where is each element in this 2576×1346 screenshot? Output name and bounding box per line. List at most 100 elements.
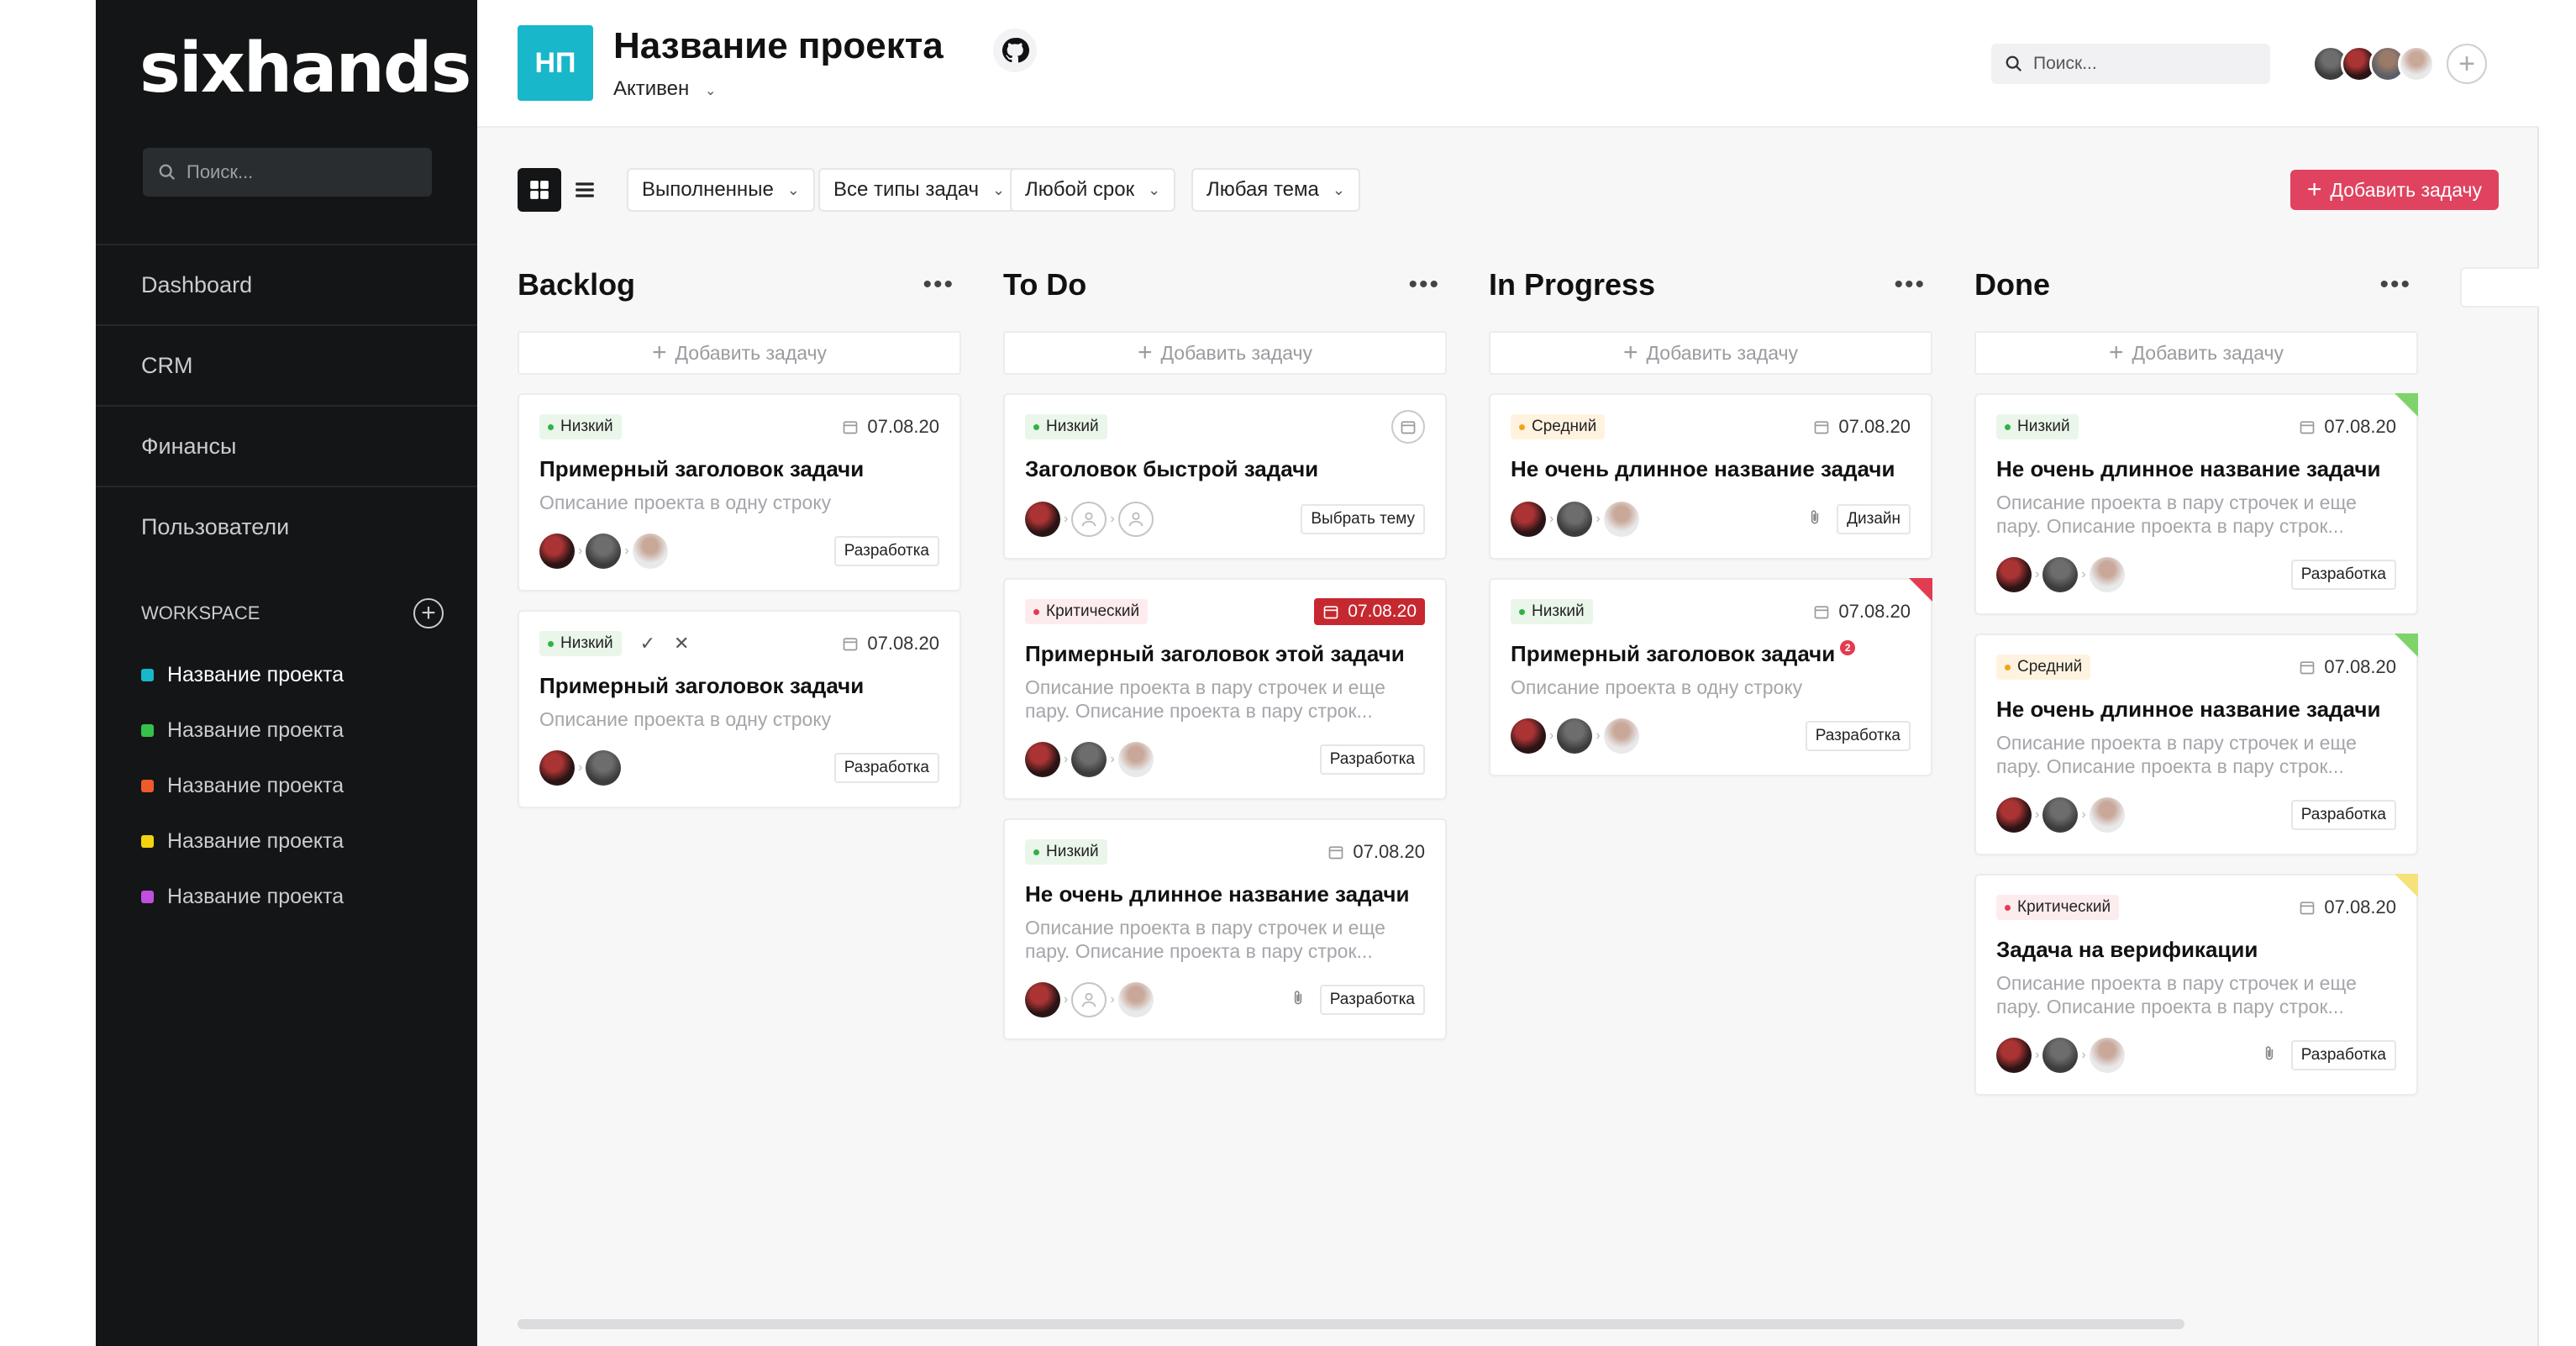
avatar[interactable] xyxy=(2089,1038,2125,1073)
avatar[interactable] xyxy=(539,750,575,786)
attachment-icon[interactable] xyxy=(2261,1043,2278,1069)
avatar[interactable] xyxy=(1025,982,1060,1017)
avatar[interactable] xyxy=(1603,718,1639,754)
avatar[interactable] xyxy=(1117,742,1154,777)
avatar[interactable] xyxy=(2089,797,2125,833)
task-card[interactable]: Критический 07.08.20 Задача на верификаци… xyxy=(1974,874,2418,1096)
project-status-dropdown[interactable]: Активен ⌄ xyxy=(613,77,716,101)
sidebar-project-item[interactable]: Название проекта xyxy=(141,647,344,702)
topic-tag[interactable]: Разработка xyxy=(2290,800,2396,830)
sidebar-project-item[interactable]: Название проекта xyxy=(141,813,344,869)
more-icon[interactable]: ••• xyxy=(1894,271,1932,299)
task-card[interactable]: Низкий 07.08.20 Не очень длинное название… xyxy=(1003,818,1447,1040)
topic-tag[interactable]: Дизайн xyxy=(1837,504,1911,534)
attachment-icon[interactable] xyxy=(1290,987,1306,1013)
topic-tag[interactable]: Разработка xyxy=(1319,744,1425,775)
list-view-icon[interactable] xyxy=(566,168,603,212)
avatar[interactable] xyxy=(1557,718,1593,754)
sidebar-search-input[interactable]: Поиск... xyxy=(143,148,432,197)
sidebar-item-users[interactable]: Пользователи xyxy=(96,486,477,566)
chevron-right-icon: › xyxy=(1596,728,1601,743)
sidebar-item-finance[interactable]: Финансы xyxy=(96,405,477,486)
topic-tag[interactable]: Выбрать тему xyxy=(1301,504,1425,534)
filter-status[interactable]: Выполненные ⌄ xyxy=(627,168,815,212)
add-task-label: Добавить задачу xyxy=(1160,341,1313,364)
set-date-icon[interactable] xyxy=(1391,410,1425,444)
more-icon[interactable]: ••• xyxy=(923,271,961,299)
more-icon[interactable]: ••• xyxy=(2379,271,2418,299)
avatar[interactable] xyxy=(1996,797,2032,833)
add-task-button[interactable]: + Добавить задачу xyxy=(2289,170,2499,210)
add-assignee-icon[interactable] xyxy=(1117,502,1154,537)
avatar[interactable] xyxy=(2089,557,2125,592)
topic-tag[interactable]: Разработка xyxy=(833,753,939,783)
avatar[interactable] xyxy=(1117,982,1154,1017)
workspace-label: WORKSPACE xyxy=(141,602,260,623)
topic-tag[interactable]: Разработка xyxy=(833,536,939,566)
task-card[interactable]: Средний 07.08.20 Не очень длинное названи… xyxy=(1974,634,2418,855)
avatar[interactable] xyxy=(1557,502,1593,537)
close-icon[interactable]: ✕ xyxy=(674,633,689,655)
top-bar: НП Название проекта Активен ⌄ Поиск... + xyxy=(477,0,2539,128)
header-search-input[interactable]: Поиск... xyxy=(1991,44,2270,84)
avatar[interactable] xyxy=(1025,742,1060,777)
horizontal-scrollbar[interactable] xyxy=(518,1319,2184,1329)
add-project-icon[interactable]: + xyxy=(413,598,444,628)
task-card[interactable]: Низкий ✓ ✕ 07.08.20 Примерный заголовок зад… xyxy=(518,610,961,808)
avatar[interactable] xyxy=(2042,557,2079,592)
task-card[interactable]: Средний 07.08.20 Не очень длинное названи… xyxy=(1489,393,1932,560)
avatar[interactable] xyxy=(1996,1038,2032,1073)
sidebar-project-item[interactable]: Название проекта xyxy=(141,758,344,813)
priority-label: Критический xyxy=(2017,898,2111,916)
filter-deadline[interactable]: Любой срок ⌄ xyxy=(1010,168,1176,212)
avatar[interactable] xyxy=(539,534,575,569)
avatar[interactable] xyxy=(1511,718,1546,754)
column-add-task-button[interactable]: + Добавить задачу xyxy=(1003,331,1447,375)
add-assignee-icon[interactable] xyxy=(1071,982,1107,1017)
grid-view-icon[interactable] xyxy=(518,168,561,212)
task-card[interactable]: Низкий 07.08.20 Примерный заголовок задач… xyxy=(518,393,961,592)
column-add-task-button[interactable]: + Добавить задачу xyxy=(1974,331,2418,375)
sidebar-item-dashboard[interactable]: Dashboard xyxy=(96,244,477,324)
attachment-icon[interactable] xyxy=(1806,507,1823,533)
avatar[interactable] xyxy=(2398,45,2435,82)
github-icon[interactable] xyxy=(993,29,1037,72)
topic-tag[interactable]: Разработка xyxy=(1805,721,1911,751)
avatar[interactable] xyxy=(1603,502,1639,537)
task-card[interactable]: Низкий 07.08.20 Примерный заголовок задач… xyxy=(1489,578,1932,776)
column-add-task-button[interactable]: + Добавить задачу xyxy=(518,331,961,375)
column-add-task-button[interactable]: + Добавить задачу xyxy=(1489,331,1932,375)
avatar[interactable] xyxy=(1996,557,2032,592)
avatar[interactable] xyxy=(632,534,668,569)
avatar[interactable] xyxy=(586,534,622,569)
avatar[interactable] xyxy=(1071,742,1107,777)
avatar[interactable] xyxy=(586,750,622,786)
filter-topic[interactable]: Любая тема ⌄ xyxy=(1191,168,1360,212)
task-card[interactable]: Низкий Заголовок быстрой задачи › › Выбрат… xyxy=(1003,393,1447,560)
check-icon[interactable]: ✓ xyxy=(640,633,655,655)
topic-tag[interactable]: Разработка xyxy=(1319,985,1425,1015)
add-assignee-icon[interactable] xyxy=(1071,502,1107,537)
topic-tag[interactable]: Разработка xyxy=(2290,560,2396,590)
priority-label: Средний xyxy=(2017,658,2083,676)
priority-badge: Критический xyxy=(1025,599,1149,624)
sidebar-project-item[interactable]: Название проекта xyxy=(141,869,344,924)
topic-tag[interactable]: Разработка xyxy=(2290,1040,2396,1070)
filter-task-type[interactable]: Все типы задач ⌄ xyxy=(818,168,1021,212)
priority-label: Низкий xyxy=(1046,843,1099,860)
add-member-icon[interactable]: + xyxy=(2447,44,2487,84)
project-name: Название проекта xyxy=(167,718,344,742)
sidebar-item-crm[interactable]: CRM xyxy=(96,324,477,405)
calendar-icon xyxy=(2300,661,2315,675)
avatar[interactable] xyxy=(1025,502,1060,537)
avatar[interactable] xyxy=(2042,797,2079,833)
task-description: Описание проекта в пару строчек и еще па… xyxy=(1996,732,2357,777)
more-icon[interactable]: ••• xyxy=(1408,271,1447,299)
task-card[interactable]: Критический 07.08.20 Примерный заголовок … xyxy=(1003,578,1447,800)
sidebar-project-item[interactable]: Название проекта xyxy=(141,702,344,758)
avatar[interactable] xyxy=(1511,502,1546,537)
priority-badge: Средний xyxy=(1511,414,1606,439)
task-card[interactable]: Низкий 07.08.20 Не очень длинное название… xyxy=(1974,393,2418,615)
filter-label: Любая тема xyxy=(1207,178,1319,201)
avatar[interactable] xyxy=(2042,1038,2079,1073)
